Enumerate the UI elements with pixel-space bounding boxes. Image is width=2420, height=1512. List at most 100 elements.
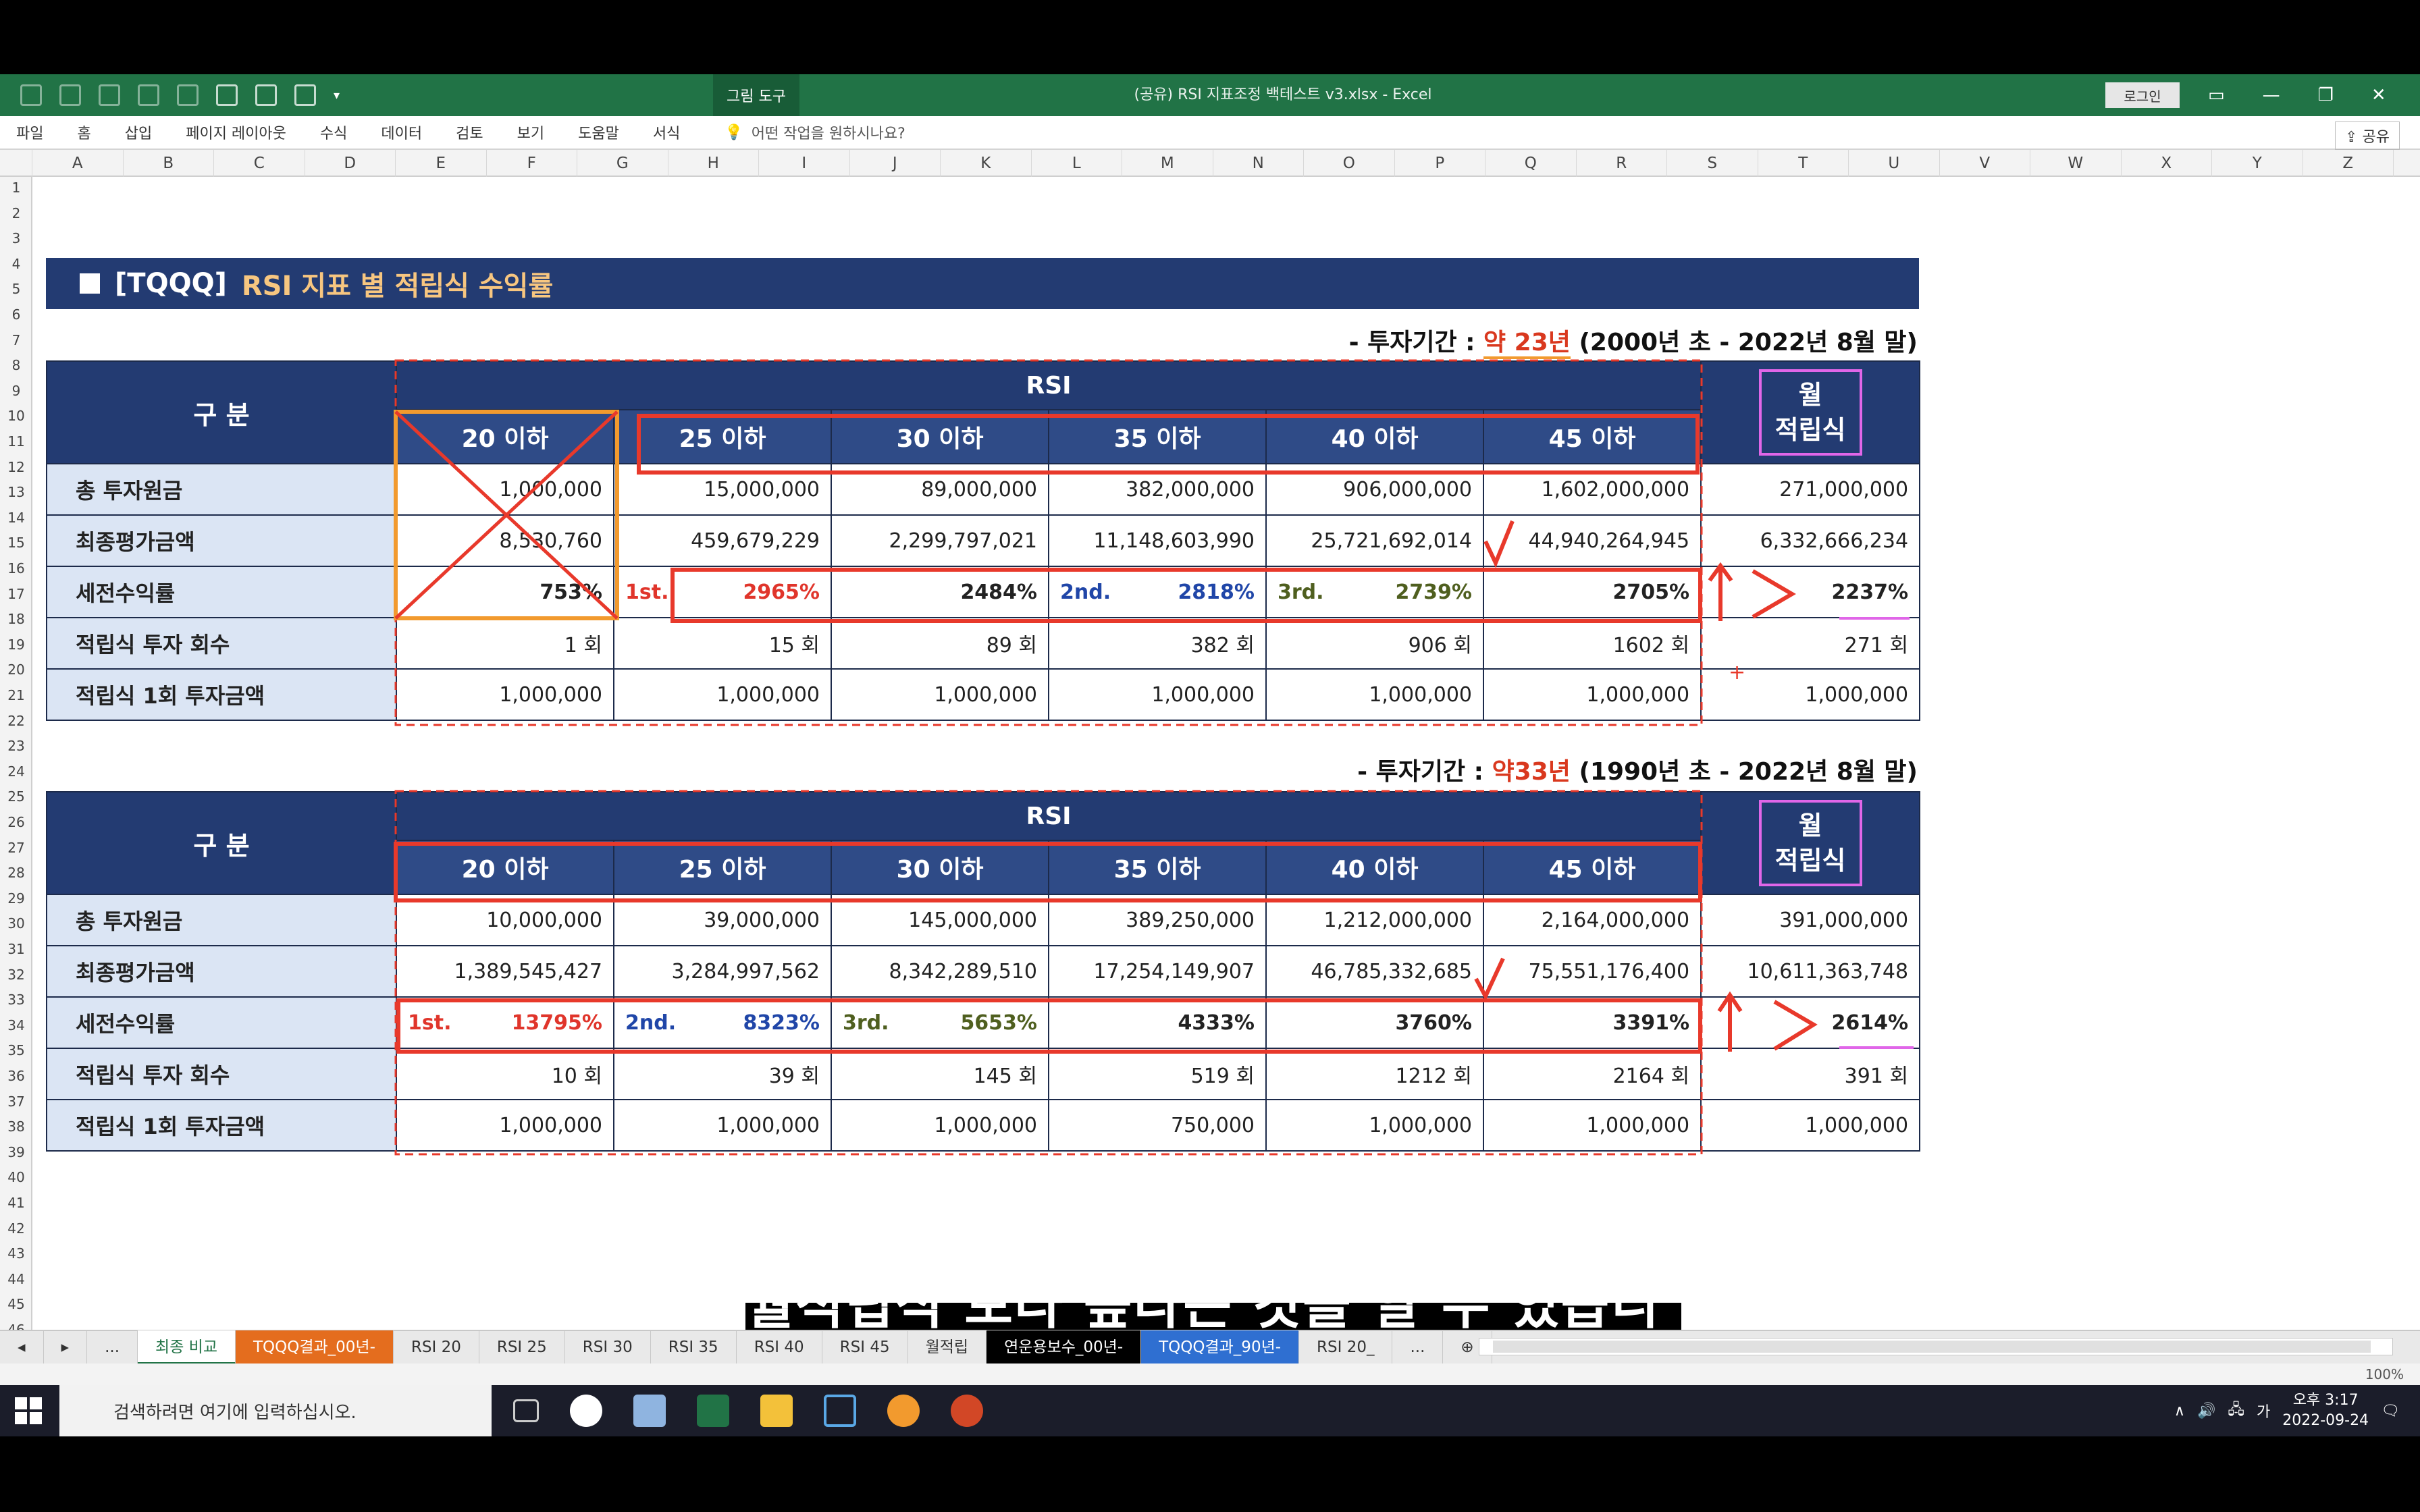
data-cell[interactable]: 4333% [1048,996,1267,1049]
scrollbar-thumb[interactable] [1493,1341,2371,1353]
data-cell[interactable]: 8,342,289,510 [831,945,1049,998]
data-cell[interactable]: 1,000,000 [831,1099,1049,1152]
column-header[interactable]: F [487,150,577,177]
column-header[interactable]: K [941,150,1032,177]
browser-app-icon[interactable] [570,1395,602,1427]
data-cell[interactable]: 89,000,000 [831,463,1049,516]
data-cell[interactable]: 391 회 [1700,1048,1921,1100]
menu-page-layout[interactable]: 페이지 레이아웃 [186,122,286,143]
row-label[interactable]: 적립식 1회 투자금액 [46,1099,397,1152]
data-cell[interactable]: 1,000,000 [396,668,614,721]
data-cell[interactable]: 145,000,000 [831,894,1049,946]
notification-icon[interactable]: 🗨 [2381,1403,2400,1420]
data-cell[interactable]: 10,611,363,748 [1700,945,1921,998]
sheet-tab-rsi40[interactable]: RSI 40 [737,1330,822,1364]
taskbar-clock[interactable]: 오후 3:17 2022-09-24 [2282,1390,2369,1431]
autosum-icon[interactable] [20,84,42,106]
sheet-tab-rsi35[interactable]: RSI 35 [651,1330,737,1364]
sheet-tab-rsi20-alt[interactable]: RSI 20_ [1299,1330,1393,1364]
sheet-tab-rsi20[interactable]: RSI 20 [394,1330,479,1364]
volume-icon[interactable]: 🔊 [2197,1403,2215,1420]
row-label[interactable]: 최종평가금액 [46,945,397,998]
horizontal-scrollbar[interactable] [1479,1338,2393,1355]
column-header[interactable]: Y [2212,150,2303,177]
sheet-tab-monthly[interactable]: 월적립 [908,1330,987,1364]
data-cell[interactable]: 75,551,176,400 [1482,945,1702,998]
column-header[interactable]: E [396,150,487,177]
column-header[interactable]: S [1667,150,1758,177]
data-cell[interactable]: 1,000,000 [613,668,832,721]
sheet-tab-more-left[interactable]: ... [87,1330,138,1364]
picture-tools-tab[interactable]: 그림 도구 [713,74,799,116]
sheet-tab-tqqq-00[interactable]: TQQQ결과_00년- [235,1330,394,1364]
data-cell[interactable]: 1,000,000 [613,1099,832,1152]
data-cell[interactable]: 1 회 [396,617,614,670]
column-header[interactable]: Z [2303,150,2394,177]
data-cell[interactable]: 2484% [831,566,1049,618]
data-cell[interactable]: 1,000,000 [396,1099,614,1152]
search-app-icon[interactable] [887,1395,920,1427]
network-icon[interactable]: 🖧 [2228,1398,2244,1424]
sheet-tab-fee-00[interactable]: 연운용보수_00년- [987,1330,1142,1364]
data-cell[interactable]: 1212 회 [1265,1048,1484,1100]
column-header[interactable]: J [850,150,941,177]
tab-scroll-right[interactable]: ▸ [44,1330,88,1364]
data-cell[interactable]: 3391% [1482,996,1702,1049]
data-cell[interactable]: 459,679,229 [613,514,832,567]
data-cell[interactable]: 15 회 [613,617,832,670]
data-cell[interactable]: 39 회 [613,1048,832,1100]
tell-me-box[interactable]: 💡 어떤 작업을 원하시나요? [725,122,905,143]
row-label[interactable]: 세전수익률 [46,566,397,618]
column-header[interactable]: H [668,150,759,177]
data-cell[interactable]: 1,000,000 [1700,1099,1921,1152]
row-label[interactable]: 세전수익률 [46,996,397,1049]
sheet-tab-more-right[interactable]: ... [1392,1330,1444,1364]
task-view-icon[interactable] [513,1399,539,1422]
data-cell[interactable]: 1,000,000 [1265,668,1484,721]
data-cell[interactable]: 6,332,666,234 [1700,514,1921,567]
column-header[interactable]: Q [1485,150,1577,177]
ime-indicator[interactable]: 가 [2257,1400,2270,1422]
data-cell[interactable]: 1,000,000 [831,668,1049,721]
tray-expand-icon[interactable]: ∧ [2174,1403,2185,1420]
data-cell[interactable]: 750,000 [1048,1099,1267,1152]
data-cell[interactable]: 10,000,000 [396,894,614,946]
menu-review[interactable]: 검토 [456,122,483,143]
row-label[interactable]: 최종평가금액 [46,514,397,567]
menu-help[interactable]: 도움말 [578,122,619,143]
data-cell[interactable]: 25,721,692,014 [1265,514,1484,567]
menu-formulas[interactable]: 수식 [320,122,347,143]
data-cell[interactable]: 519 회 [1048,1048,1267,1100]
menu-home[interactable]: 홈 [77,122,90,143]
connect-icon[interactable] [177,84,199,106]
menu-file[interactable]: 파일 [16,122,43,143]
data-cell[interactable]: 15,000,000 [613,463,832,516]
data-cell[interactable]: 3rd. 5653% [831,996,1049,1049]
data-cell[interactable]: 1st. 13795% [396,996,614,1049]
data-cell[interactable]: 2614% [1700,996,1921,1049]
data-cell[interactable]: 906 회 [1265,617,1484,670]
column-header[interactable]: X [2122,150,2212,177]
row-label[interactable]: 총 투자원금 [46,894,397,946]
menu-view[interactable]: 보기 [517,122,544,143]
app-icon-blue[interactable] [824,1395,856,1427]
row-label[interactable]: 총 투자원금 [46,463,397,516]
column-header[interactable]: C [214,150,305,177]
data-cell[interactable]: 906,000,000 [1265,463,1484,516]
data-cell[interactable]: 271,000,000 [1700,463,1921,516]
data-cell[interactable]: 3,284,997,562 [613,945,832,998]
restore-icon[interactable]: ❐ [2318,85,2334,105]
data-cell[interactable]: 1,000,000 [1482,668,1702,721]
data-cell[interactable]: 44,940,264,945 [1482,514,1702,567]
worksheet[interactable]: [TQQQ] RSI 지표 별 적립식 수익률 - 투자기간 : 약 23년 (… [0,177,2420,1330]
excel-app-icon[interactable] [697,1395,729,1427]
column-header[interactable]: D [305,150,396,177]
data-cell[interactable]: 3760% [1265,996,1484,1049]
close-icon[interactable]: ✕ [2371,85,2386,105]
camera-icon[interactable] [255,84,277,106]
sheet-tab-final-compare[interactable]: 최종 비교 [138,1330,236,1364]
file-explorer-icon[interactable] [760,1395,793,1427]
column-header[interactable]: I [759,150,850,177]
column-header[interactable]: L [1032,150,1122,177]
sheet-tab-rsi25[interactable]: RSI 25 [479,1330,565,1364]
